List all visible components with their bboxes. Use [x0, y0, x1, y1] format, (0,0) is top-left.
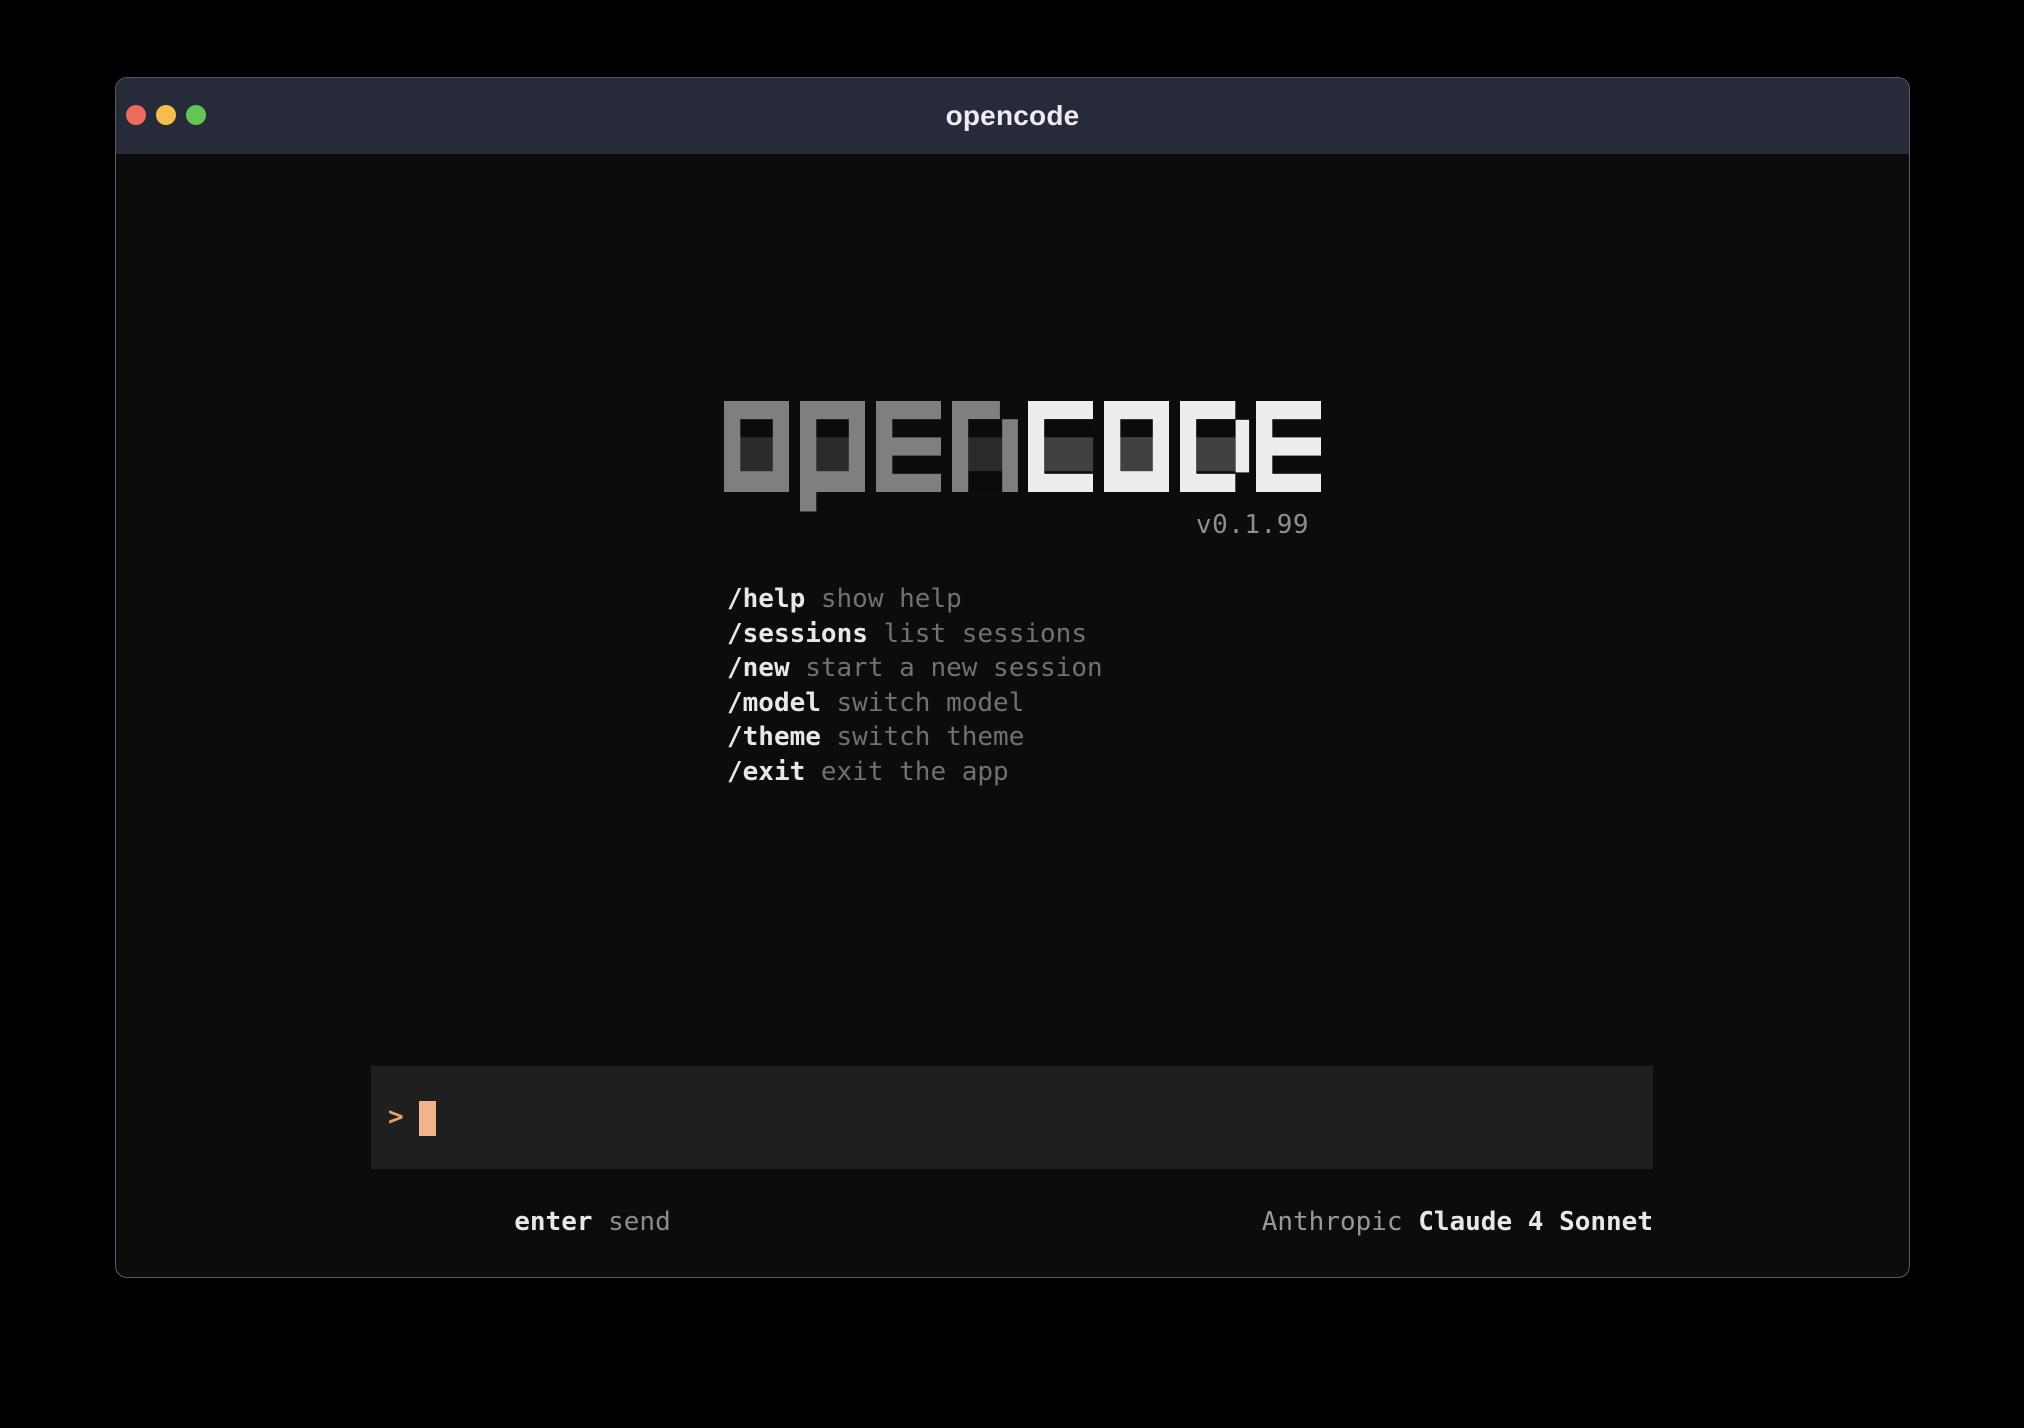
command-row: /theme switch theme — [727, 720, 1103, 755]
command-name: /new — [727, 653, 790, 683]
keybind-key: enter — [514, 1207, 592, 1237]
command-list: /help show help/sessions list sessions/new… — [727, 582, 1103, 790]
command-description: show help — [821, 584, 962, 614]
version-label: v0.1.99 — [724, 510, 1321, 540]
command-description: exit the app — [821, 757, 1009, 787]
opencode-logo — [724, 401, 1321, 512]
keybind-action: send — [608, 1207, 671, 1237]
command-name: /sessions — [727, 619, 868, 649]
titlebar: opencode — [116, 78, 1909, 154]
window-title: opencode — [946, 100, 1080, 132]
command-name: /theme — [727, 722, 821, 752]
terminal-content: v0.1.99 /help show help/sessions list sess… — [116, 154, 1909, 1278]
app-window: opencode v0.1.99 /help show help/sessions… — [115, 77, 1910, 1278]
prompt-chevron-icon: > — [388, 1066, 404, 1169]
close-button[interactable] — [126, 105, 146, 125]
command-row: /exit exit the app — [727, 755, 1103, 790]
command-description: switch model — [837, 688, 1025, 718]
keybind-hint: enter send — [371, 1177, 671, 1267]
command-description: switch theme — [837, 722, 1025, 752]
command-row: /model switch model — [727, 686, 1103, 721]
command-row: /new start a new session — [727, 651, 1103, 686]
minimize-button[interactable] — [156, 105, 176, 125]
prompt-input[interactable]: > — [371, 1066, 1653, 1169]
command-name: /help — [727, 584, 805, 614]
command-description: start a new session — [805, 653, 1102, 683]
command-row: /help show help — [727, 582, 1103, 617]
text-cursor — [419, 1101, 436, 1136]
command-row: /sessions list sessions — [727, 617, 1103, 652]
zoom-button[interactable] — [186, 105, 206, 125]
command-name: /exit — [727, 757, 805, 787]
model-provider: Anthropic — [1262, 1207, 1403, 1237]
model-indicator: Anthropic Claude 4 Sonnet — [1136, 1177, 1653, 1267]
command-name: /model — [727, 688, 821, 718]
status-bar: enter send Anthropic Claude 4 Sonnet — [371, 1177, 1653, 1267]
command-description: list sessions — [883, 619, 1087, 649]
model-name: Claude 4 Sonnet — [1418, 1207, 1653, 1237]
